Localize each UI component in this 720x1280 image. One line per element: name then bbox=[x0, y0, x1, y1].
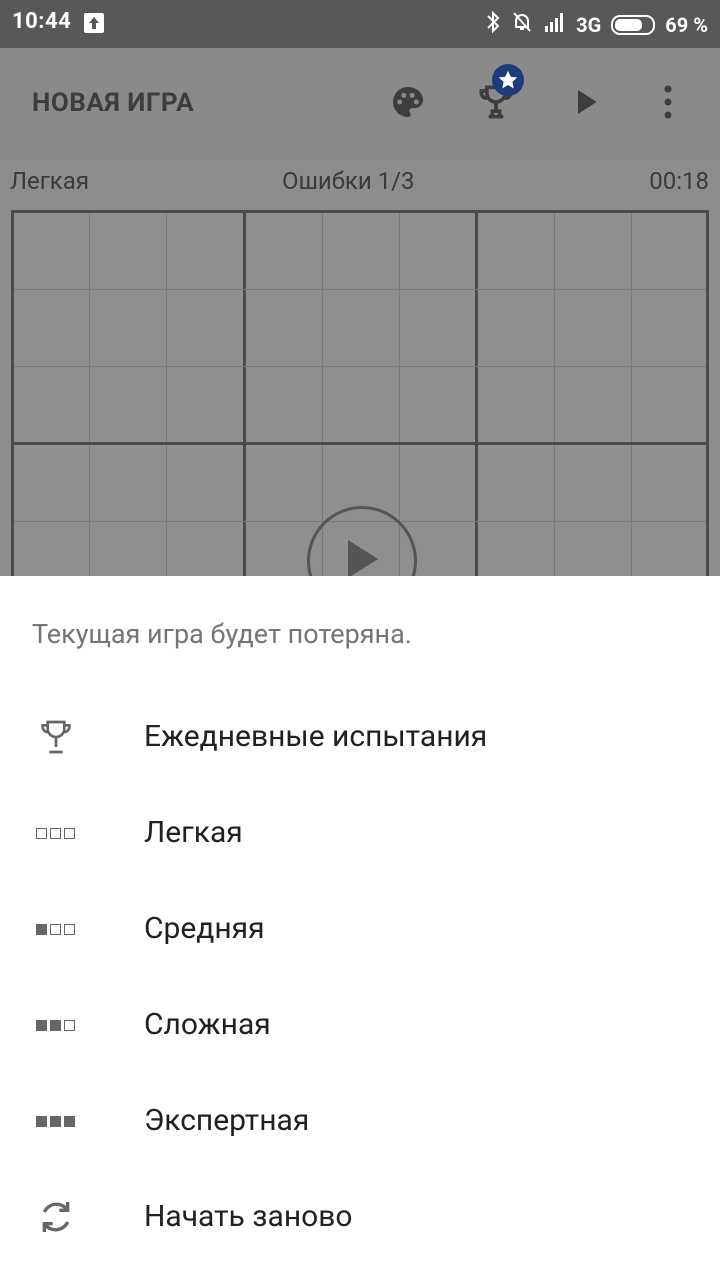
menu-item-label: Легкая bbox=[144, 815, 243, 850]
menu-item-hard[interactable]: Сложная bbox=[0, 977, 720, 1073]
menu-item-easy[interactable]: Легкая bbox=[0, 785, 720, 881]
menu-item-medium[interactable]: Средняя bbox=[0, 881, 720, 977]
sudoku-grid[interactable] bbox=[11, 210, 709, 590]
menu-item-restart[interactable]: Начать заново bbox=[0, 1169, 720, 1265]
palette-icon bbox=[388, 82, 428, 126]
bluetooth-icon bbox=[486, 10, 500, 39]
difficulty-label: Легкая bbox=[10, 167, 89, 195]
restart-icon bbox=[36, 1201, 80, 1233]
app-title: НОВАЯ ИГРА bbox=[32, 88, 195, 118]
upload-icon bbox=[84, 13, 104, 33]
daily-challenge-button[interactable] bbox=[470, 64, 524, 130]
menu-item-label: Сложная bbox=[144, 1007, 271, 1042]
menu-item-label: Ежедневные испытания bbox=[144, 719, 488, 754]
mistakes-counter: Ошибки 1/3 bbox=[282, 167, 415, 195]
star-badge-icon bbox=[492, 64, 524, 96]
palette-button[interactable] bbox=[382, 78, 434, 130]
menu-item-expert[interactable]: Экспертная bbox=[0, 1073, 720, 1169]
status-time: 10:44 bbox=[12, 9, 72, 34]
difficulty-2-icon bbox=[36, 1009, 80, 1041]
difficulty-3-icon bbox=[36, 1105, 80, 1137]
more-vert-icon bbox=[662, 84, 674, 124]
difficulty-0-icon bbox=[36, 817, 80, 849]
sheet-subtitle: Текущая игра будет потеряна. bbox=[32, 618, 412, 650]
more-options-button[interactable] bbox=[642, 78, 694, 130]
difficulty-1-icon bbox=[36, 913, 80, 945]
app-bar: НОВАЯ ИГРА bbox=[0, 48, 720, 160]
play-button[interactable] bbox=[560, 78, 612, 130]
game-info-bar: Легкая Ошибки 1/3 00:18 bbox=[0, 160, 720, 204]
menu-item-daily-challenges[interactable]: Ежедневные испытания bbox=[0, 689, 720, 785]
network-type: 3G bbox=[576, 12, 602, 37]
battery-icon bbox=[611, 14, 656, 35]
game-timer: 00:18 bbox=[649, 167, 709, 195]
menu-item-label: Начать заново bbox=[144, 1199, 353, 1234]
trophy-icon bbox=[36, 720, 80, 754]
mute-bell-icon bbox=[510, 10, 534, 39]
game-area: Легкая Ошибки 1/3 00:18 bbox=[0, 160, 720, 590]
signal-icon bbox=[544, 12, 566, 37]
status-bar: 10:44 3G 69 % bbox=[0, 0, 720, 48]
menu-item-label: Средняя bbox=[144, 911, 265, 946]
battery-percent: 69 % bbox=[665, 12, 708, 37]
menu-item-label: Экспертная bbox=[144, 1103, 310, 1138]
new-game-sheet: Текущая игра будет потеряна. Ежедневные … bbox=[0, 576, 720, 1280]
play-icon bbox=[570, 86, 602, 122]
